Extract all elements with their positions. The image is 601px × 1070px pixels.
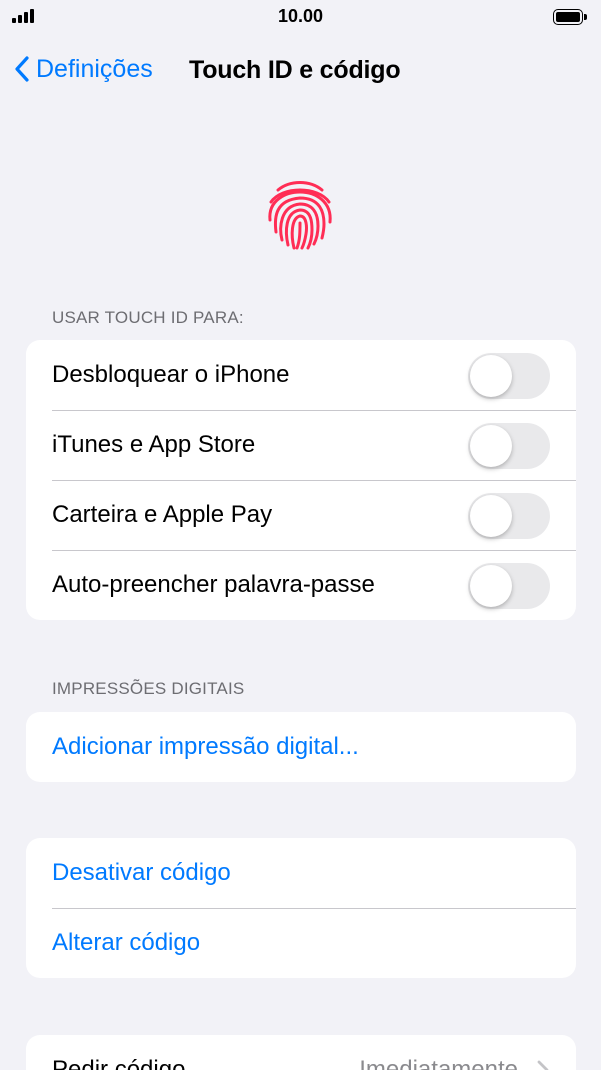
fingerprint-icon [268, 181, 332, 250]
require-passcode-label: Pedir código [52, 1056, 186, 1070]
battery-icon [553, 9, 587, 25]
nav-bar: Definições Touch ID e código [0, 44, 601, 94]
chevron-right-icon [537, 1060, 549, 1070]
passcode-group: Desativar código Alterar código [26, 838, 576, 978]
list-item: Auto-preencher palavra-passe [26, 550, 576, 620]
chevron-left-icon [15, 56, 29, 82]
require-passcode-group: Pedir código Imediatamente [26, 1035, 576, 1070]
change-passcode-button[interactable]: Alterar código [26, 908, 576, 978]
back-button[interactable]: Definições [12, 52, 153, 86]
add-fingerprint-button[interactable]: Adicionar impressão digital... [26, 712, 576, 782]
itunes-app-store-toggle[interactable] [468, 423, 550, 469]
itunes-app-store-label: iTunes e App Store [52, 431, 256, 458]
touch-id-section-header: USAR TOUCH ID PARA: [52, 308, 244, 327]
status-bar: 10.00 [0, 0, 601, 34]
disable-passcode-button[interactable]: Desativar código [26, 838, 576, 908]
fingerprints-group: Adicionar impressão digital... [26, 712, 576, 782]
back-button-label: Definições [36, 54, 153, 83]
wallet-apple-pay-label: Carteira e Apple Pay [52, 501, 273, 528]
password-autofill-toggle[interactable] [468, 563, 550, 609]
unlock-iphone-label: Desbloquear o iPhone [52, 361, 290, 388]
page-title: Touch ID e código [189, 56, 401, 84]
unlock-iphone-toggle[interactable] [468, 353, 550, 399]
password-autofill-label: Auto-preencher palavra-passe [52, 571, 375, 598]
status-time: 10.00 [277, 6, 324, 26]
require-passcode-row[interactable]: Pedir código Imediatamente [26, 1035, 576, 1070]
list-item: iTunes e App Store [26, 410, 576, 480]
list-item: Carteira e Apple Pay [26, 480, 576, 550]
wallet-apple-pay-toggle[interactable] [468, 493, 550, 539]
list-item: Desbloquear o iPhone [26, 340, 576, 410]
require-passcode-value: Imediatamente [359, 1056, 518, 1070]
touch-id-group: Desbloquear o iPhone iTunes e App Store … [26, 340, 576, 620]
touch-id-passcode-screen: 10.00 Definições Touch ID e código USAR … [0, 0, 601, 1070]
fingerprints-section-header: IMPRESSÕES DIGITAIS [52, 679, 245, 698]
